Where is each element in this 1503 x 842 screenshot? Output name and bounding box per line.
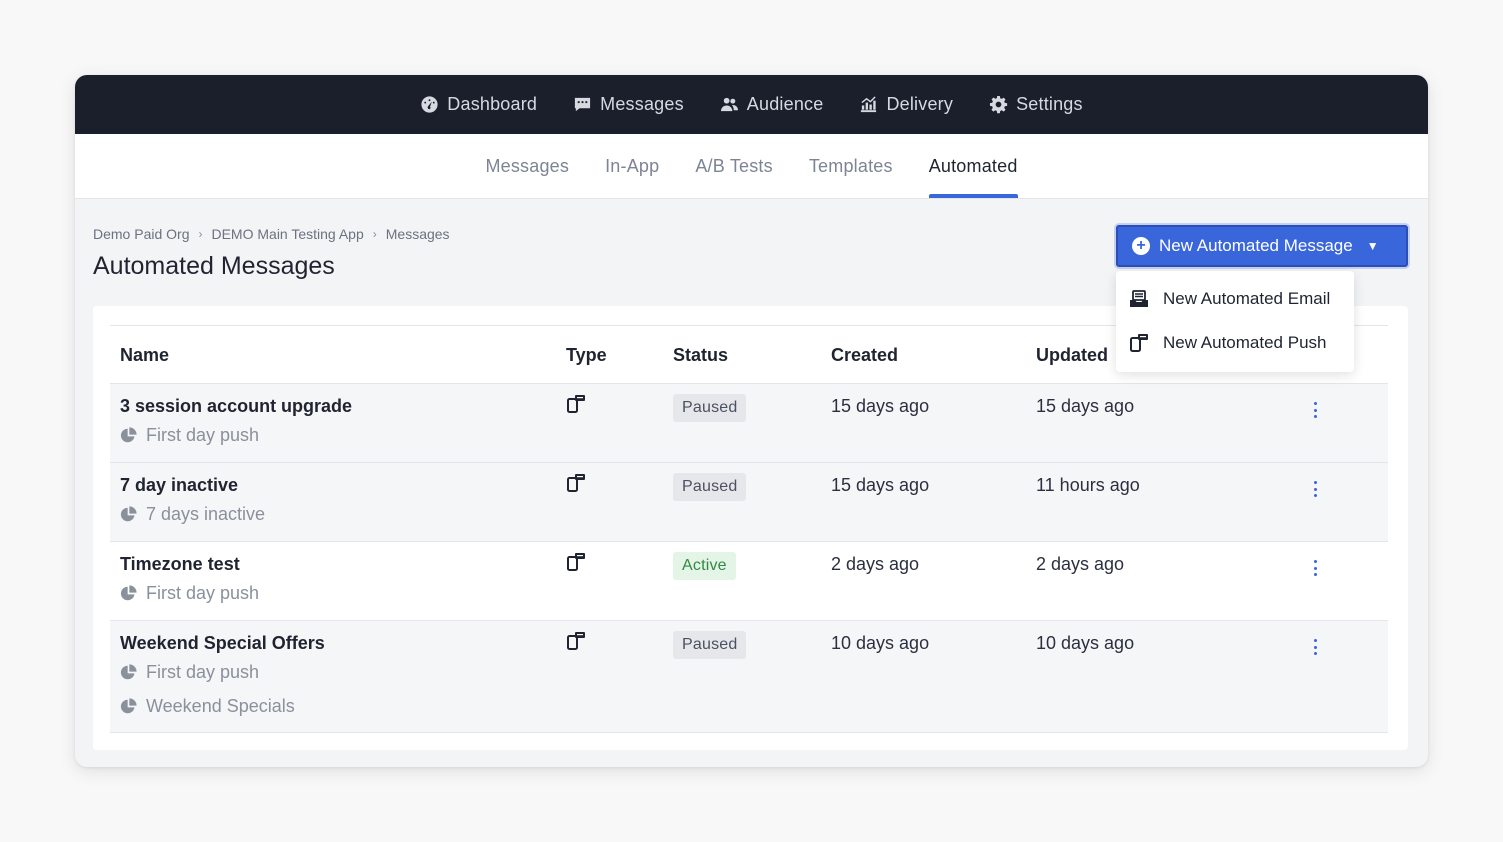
chart-icon xyxy=(861,96,877,113)
nav-item-delivery[interactable]: Delivery xyxy=(859,94,953,115)
dashboard-gauge-icon xyxy=(421,96,438,113)
table-row[interactable]: 3 session account upgrade First day push… xyxy=(110,384,1388,463)
menu-item-new-automated-push[interactable]: New Automated Push xyxy=(1116,321,1354,365)
segment-item[interactable]: Weekend Specials xyxy=(120,696,295,717)
updated-date: 11 hours ago xyxy=(1036,475,1140,495)
nav-item-audience[interactable]: Audience xyxy=(720,94,824,115)
push-device-icon xyxy=(566,473,586,498)
pie-chart-icon xyxy=(120,698,137,714)
nav-item-messages[interactable]: Messages xyxy=(573,94,684,115)
table-row[interactable]: 7 day inactive 7 days inactive Paused 15… xyxy=(110,463,1388,542)
table-row[interactable]: Timezone test First day push Active 2 da… xyxy=(110,542,1388,621)
segment-item[interactable]: 7 days inactive xyxy=(120,504,265,525)
row-actions-menu-icon[interactable] xyxy=(1308,639,1322,655)
caret-down-icon: ▼ xyxy=(1366,239,1379,253)
segment-label: 7 days inactive xyxy=(146,504,266,524)
pie-chart-icon xyxy=(120,506,137,522)
status-badge: Active xyxy=(673,552,736,580)
message-name-link[interactable]: 3 session account upgrade xyxy=(120,396,352,417)
message-name-link[interactable]: 7 day inactive xyxy=(120,475,238,496)
pie-chart-icon xyxy=(120,585,137,601)
menu-item-label: New Automated Push xyxy=(1163,333,1327,352)
segment-label: First day push xyxy=(146,662,260,682)
pie-chart-icon xyxy=(120,664,137,680)
updated-date: 15 days ago xyxy=(1036,396,1135,416)
push-device-icon xyxy=(566,394,586,419)
created-date: 2 days ago xyxy=(831,554,920,574)
table-row[interactable]: Weekend Special Offers First day push We… xyxy=(110,621,1388,733)
plus-circle-icon: + xyxy=(1132,237,1150,255)
header-type[interactable]: Type xyxy=(566,326,607,384)
menu-item-label: New Automated Email xyxy=(1163,289,1331,308)
segment-item[interactable]: First day push xyxy=(120,583,259,604)
new-automated-message-button[interactable]: + New Automated Message ▼ xyxy=(1116,225,1408,267)
breadcrumb: Demo Paid Org › DEMO Main Testing App › … xyxy=(93,226,450,242)
tab-ab-tests[interactable]: A/B Tests xyxy=(677,134,791,198)
push-device-icon xyxy=(1130,334,1148,352)
segment-label: First day push xyxy=(146,583,260,603)
created-date: 10 days ago xyxy=(831,633,930,653)
chevron-right-icon: › xyxy=(198,227,203,241)
row-actions-menu-icon[interactable] xyxy=(1308,481,1322,497)
app-window: Dashboard Messages Audience Delivery Set… xyxy=(75,75,1428,767)
new-message-dropdown: New Automated Email New Automated Push xyxy=(1116,271,1354,372)
message-name-link[interactable]: Weekend Special Offers xyxy=(120,633,325,654)
email-tray-icon xyxy=(1130,290,1148,307)
status-badge: Paused xyxy=(673,631,747,659)
messages-table: Name Type Status Created Updated 3 sessi… xyxy=(110,325,1388,733)
header-created[interactable]: Created xyxy=(831,326,898,384)
breadcrumb-messages[interactable]: Messages xyxy=(386,226,450,242)
created-date: 15 days ago xyxy=(831,475,930,495)
nav-item-settings[interactable]: Settings xyxy=(989,94,1083,115)
tab-automated[interactable]: Automated xyxy=(911,134,1036,198)
nav-label: Audience xyxy=(746,94,824,114)
sub-navigation: Messages In-App A/B Tests Templates Auto… xyxy=(75,134,1428,199)
push-device-icon xyxy=(566,552,586,577)
tab-in-app[interactable]: In-App xyxy=(587,134,677,198)
row-actions-menu-icon[interactable] xyxy=(1308,560,1322,576)
breadcrumb-app[interactable]: DEMO Main Testing App xyxy=(211,226,363,242)
nav-item-dashboard[interactable]: Dashboard xyxy=(420,94,537,115)
updated-date: 2 days ago xyxy=(1036,554,1125,574)
users-icon xyxy=(720,97,738,112)
segment-item[interactable]: First day push xyxy=(120,425,259,446)
messages-panel: Name Type Status Created Updated 3 sessi… xyxy=(93,306,1408,750)
status-badge: Paused xyxy=(673,394,747,422)
nav-label: Settings xyxy=(1016,94,1083,114)
page-title: Automated Messages xyxy=(93,252,335,280)
segment-label: Weekend Specials xyxy=(146,696,295,716)
nav-label: Dashboard xyxy=(447,94,538,114)
top-navigation: Dashboard Messages Audience Delivery Set… xyxy=(75,75,1428,134)
tab-templates[interactable]: Templates xyxy=(791,134,911,198)
updated-date: 10 days ago xyxy=(1036,633,1135,653)
header-updated[interactable]: Updated xyxy=(1036,326,1108,384)
push-device-icon xyxy=(566,631,586,656)
tab-messages[interactable]: Messages xyxy=(467,134,587,198)
menu-item-new-automated-email[interactable]: New Automated Email xyxy=(1116,277,1354,321)
nav-label: Delivery xyxy=(886,94,954,114)
chevron-right-icon: › xyxy=(372,227,377,241)
gear-icon xyxy=(990,95,1008,114)
breadcrumb-org[interactable]: Demo Paid Org xyxy=(93,226,189,242)
created-date: 15 days ago xyxy=(831,396,930,416)
segment-label: First day push xyxy=(146,425,260,445)
header-name[interactable]: Name xyxy=(120,326,169,384)
header-status[interactable]: Status xyxy=(673,326,728,384)
message-name-link[interactable]: Timezone test xyxy=(120,554,240,575)
nav-label: Messages xyxy=(600,94,684,114)
status-badge: Paused xyxy=(673,473,747,501)
segment-item[interactable]: First day push xyxy=(120,662,259,683)
new-button-label: New Automated Message xyxy=(1159,236,1353,255)
row-actions-menu-icon[interactable] xyxy=(1308,402,1322,418)
pie-chart-icon xyxy=(120,427,137,443)
message-bubble-icon xyxy=(575,97,591,112)
